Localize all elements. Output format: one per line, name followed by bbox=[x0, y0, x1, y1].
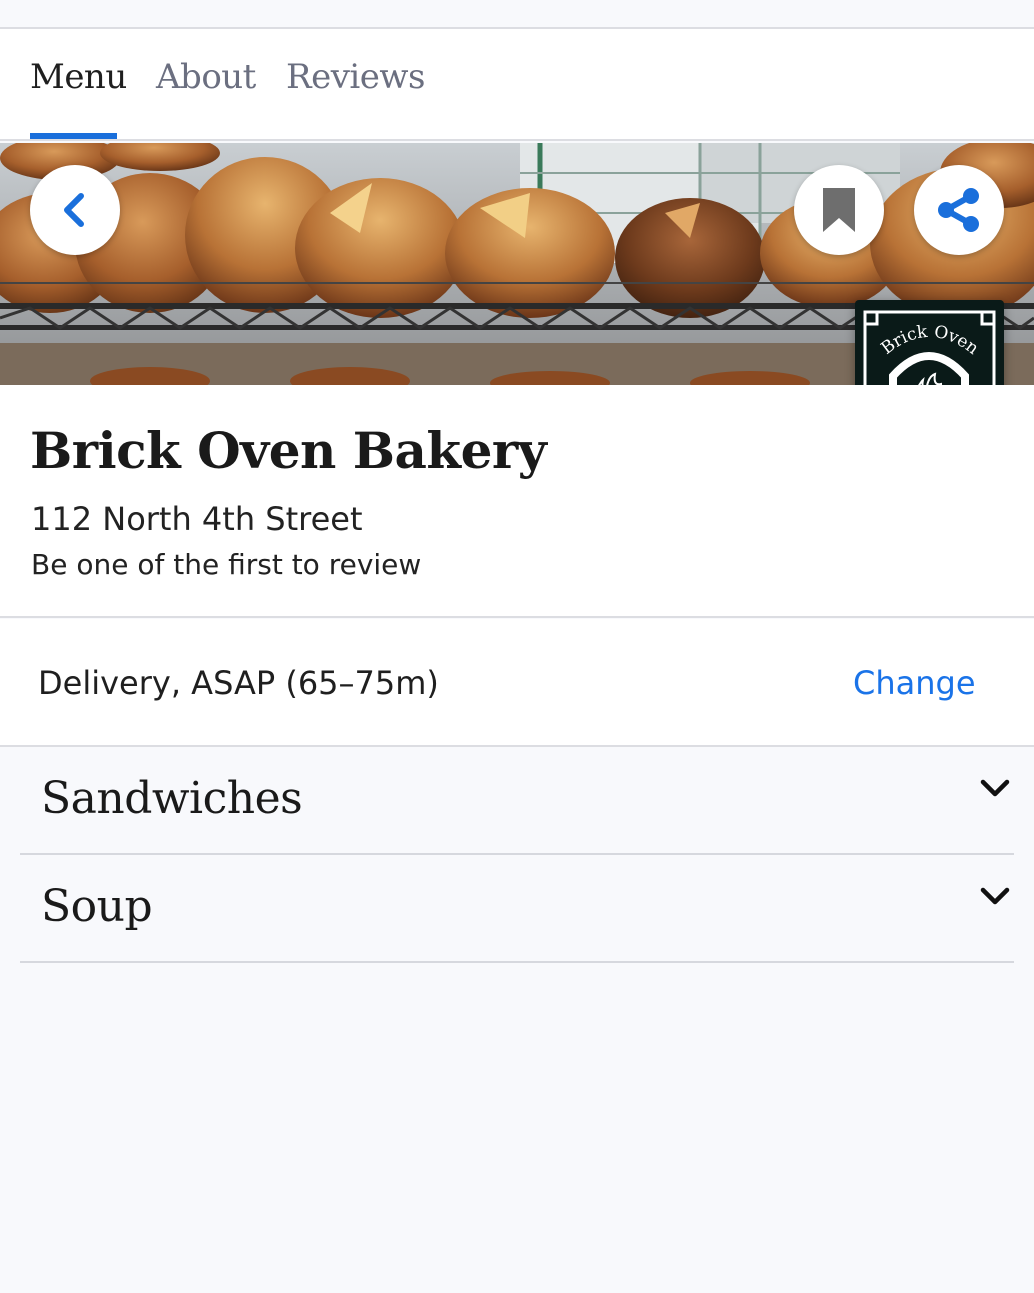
category-label: Sandwiches bbox=[41, 773, 303, 824]
chevron-down-icon bbox=[980, 887, 1010, 905]
bookmark-button[interactable] bbox=[794, 165, 884, 255]
share-icon bbox=[938, 188, 979, 232]
tab-menu[interactable]: Menu bbox=[30, 57, 127, 97]
store-name: Brick Oven Bakery bbox=[30, 421, 547, 480]
share-button[interactable] bbox=[914, 165, 1004, 255]
active-tab-indicator bbox=[30, 133, 117, 139]
tab-about[interactable]: About bbox=[156, 57, 256, 97]
delivery-options: Delivery, ASAP (65–75m) Change bbox=[0, 619, 1034, 747]
change-delivery-button[interactable]: Change bbox=[853, 664, 976, 702]
tab-bar: Menu About Reviews bbox=[0, 29, 1034, 141]
bookmark-icon bbox=[823, 188, 855, 232]
category-sandwiches[interactable]: Sandwiches bbox=[20, 747, 1014, 855]
chevron-down-icon bbox=[980, 779, 1010, 797]
category-label: Soup bbox=[41, 881, 153, 932]
back-button[interactable] bbox=[30, 165, 120, 255]
review-prompt[interactable]: Be one of the first to review bbox=[31, 548, 421, 581]
chevron-left-icon bbox=[64, 193, 84, 227]
delivery-time-text: Delivery, ASAP (65–75m) bbox=[38, 664, 439, 702]
store-info: Brick Oven Bakery 112 North 4th Street B… bbox=[0, 385, 1034, 618]
status-bar-area bbox=[0, 0, 1034, 29]
tab-reviews[interactable]: Reviews bbox=[286, 57, 425, 97]
category-soup[interactable]: Soup bbox=[20, 855, 1014, 963]
store-address: 112 North 4th Street bbox=[31, 500, 363, 538]
